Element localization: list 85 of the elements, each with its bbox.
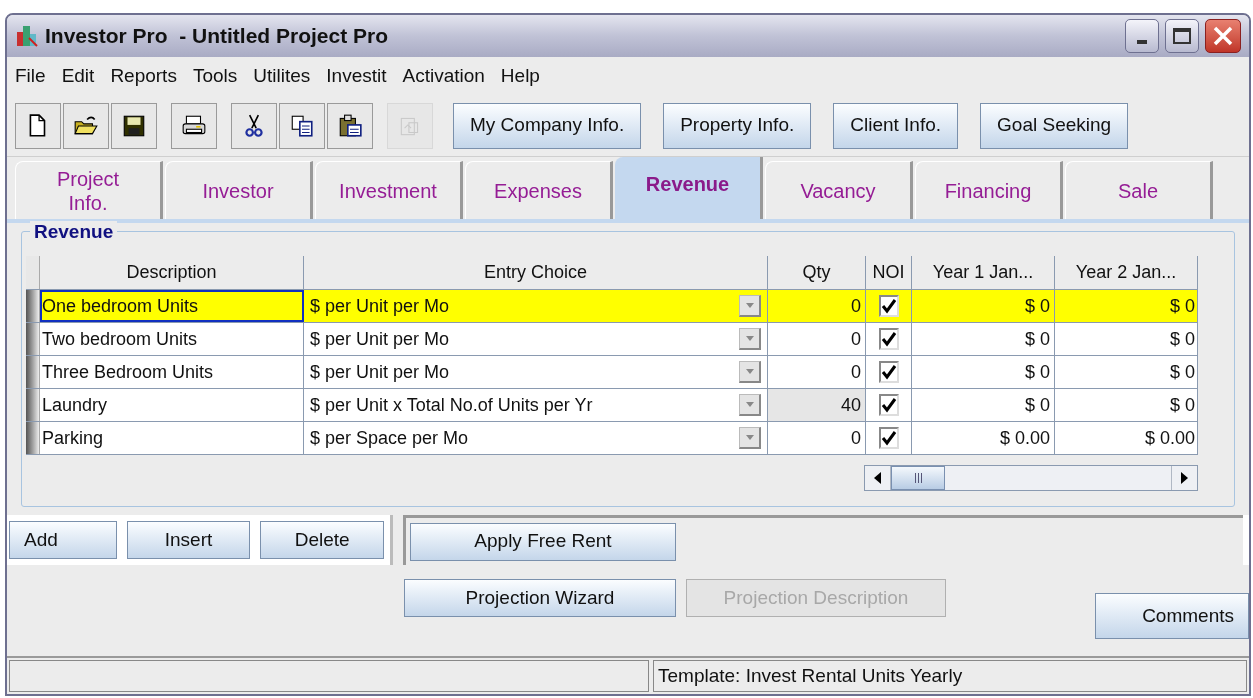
row-action-button[interactable]: Add [9,521,117,559]
scissors-button[interactable] [231,102,277,149]
close-button[interactable] [1205,19,1241,53]
cell-text: $ per Unit per Mo [310,294,450,318]
checkbox[interactable] [878,427,899,449]
toolbar-button[interactable]: Property Info. [663,102,812,149]
table-cell[interactable]: $ 0.00 [912,422,1055,454]
table-cell[interactable]: Two bedroom Units [40,323,304,355]
printer-button[interactable] [171,102,217,149]
tab[interactable]: Sale [1065,161,1213,219]
tab[interactable]: Investor [165,161,313,219]
folder-button[interactable] [63,102,109,149]
checkbox[interactable] [878,394,899,416]
window-title: Investor Pro - Untitled Project Pro [45,23,389,50]
menu-item[interactable]: Activation [402,61,485,91]
menu-item[interactable]: Help [500,61,540,91]
projection-button: Projection Description [686,579,946,617]
table-cell[interactable]: $ 0 [1055,323,1198,355]
table-cell[interactable]: $ 0 [912,323,1055,355]
checkbox[interactable] [878,361,899,383]
tab[interactable]: Expenses [465,161,613,219]
tab[interactable]: Revenue [615,157,763,219]
status-text: Template: Invest Rental Units Yearly [658,663,963,688]
menu-item[interactable]: Investit [326,61,387,91]
table-cell[interactable]: $ 0 [912,290,1055,322]
table-cell[interactable]: 0 [768,290,866,322]
menu-item[interactable]: File [15,61,46,91]
row-header[interactable] [26,323,40,355]
dropdown-cell[interactable]: $ per Space per Mo [304,422,768,454]
table-cell[interactable]: $ 0 [1055,356,1198,388]
copy-button[interactable] [279,102,325,149]
row-header[interactable] [26,290,40,322]
row-header[interactable] [26,389,40,421]
toolbar-button[interactable]: Client Info. [833,102,959,149]
tab[interactable]: Financing [915,161,1063,219]
table-cell[interactable]: 0 [768,323,866,355]
maximize-button[interactable] [1165,19,1199,53]
row-header[interactable] [26,356,40,388]
projection-button[interactable]: Projection Wizard [404,579,676,617]
page-button[interactable] [15,102,61,149]
row-header[interactable] [26,422,40,454]
toolbar-button[interactable]: My Company Info. [453,102,642,149]
checkbox[interactable] [878,295,899,317]
minimize-button[interactable] [1125,19,1159,53]
table-cell[interactable]: 0 [768,422,866,454]
clipboard-icon [337,112,363,139]
menu-item[interactable]: Tools [192,61,238,91]
dropdown-cell[interactable]: $ per Unit per Mo [304,323,768,355]
table-cell[interactable]: 0 [768,356,866,388]
tab[interactable]: Project Info. [15,161,163,219]
apply-free-rent-button[interactable]: Apply Free Rent [410,522,676,561]
dropdown-cell[interactable]: $ per Unit per Mo [304,356,768,388]
floppy-disk-button[interactable] [111,102,157,149]
menu-item[interactable]: Utilites [253,61,311,91]
table-cell[interactable]: 40 [768,389,866,421]
clipboard-button[interactable] [327,102,373,149]
cell-text: $ per Unit x Total No.of Units per Yr [310,393,593,417]
dropdown-cell[interactable]: $ per Unit per Mo [304,290,768,322]
cell-text: $ per Unit per Mo [310,360,450,384]
table-cell[interactable]: Laundry [40,389,304,421]
cell-text: $ per Space per Mo [310,426,469,450]
horizontal-scrollbar[interactable] [864,465,1198,491]
table-cell[interactable]: $ 0.00 [1055,422,1198,454]
comments-button[interactable]: Comments [1095,593,1249,639]
tab[interactable]: Investment [315,161,463,219]
dropdown-cell[interactable]: $ per Unit x Total No.of Units per Yr [304,389,768,421]
checkbox[interactable] [878,328,899,350]
table-cell[interactable]: $ 0 [1055,290,1198,322]
table-cell[interactable]: $ 0 [1055,389,1198,421]
table-cell[interactable]: Parking [40,422,304,454]
scroll-thumb[interactable] [891,466,945,490]
tab[interactable]: Vacancy [765,161,913,219]
table-cell[interactable]: One bedroom Units [40,290,304,322]
toolbar-button[interactable]: Goal Seeking [980,102,1129,149]
menu-item[interactable]: Edit [61,61,95,91]
table-cell[interactable]: $ 0 [912,356,1055,388]
row-action-button[interactable]: Insert [126,521,251,559]
menu-item[interactable]: Reports [110,61,177,91]
row-action-button[interactable]: Delete [260,521,384,559]
table-corner [26,256,40,289]
cell-text: $ per Unit per Mo [310,327,450,351]
table-cell[interactable]: Three Bedroom Units [40,356,304,388]
table-cell[interactable]: $ 0 [912,389,1055,421]
buildings-icon [15,24,39,48]
close-icon [1212,25,1234,47]
